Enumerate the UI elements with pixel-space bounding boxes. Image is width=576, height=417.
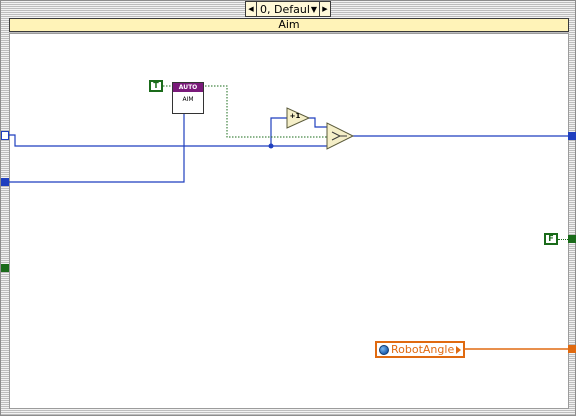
wire-junction	[268, 143, 274, 149]
true-constant[interactable]: T	[149, 80, 163, 92]
right-tunnel-boolean[interactable]	[568, 235, 576, 243]
global-output-arrow-icon	[456, 345, 461, 354]
left-tunnel-boolean[interactable]	[1, 264, 9, 272]
false-constant[interactable]: F	[544, 233, 558, 245]
left-tunnel-numeric-2[interactable]	[1, 178, 9, 186]
subvi-banner: AUTO	[173, 83, 203, 92]
aim-subvi[interactable]: AUTO AIM	[172, 82, 204, 114]
robotangle-global-variable[interactable]: RobotAngle	[375, 341, 465, 358]
boolean-wire-false	[558, 239, 568, 240]
numeric-wire-to-subvi	[9, 114, 185, 183]
wire-layer	[5, 85, 569, 350]
global-variable-label: RobotAngle	[391, 343, 455, 356]
numeric-wire-to-increment	[270, 117, 287, 146]
case-structure-frame: ◀ 0, Default ▼ ▶ Aim +1 T F AUTO AIM Rob…	[0, 0, 576, 416]
increment-label: +1	[289, 112, 301, 120]
right-tunnel-global[interactable]	[568, 345, 576, 353]
globe-icon	[379, 344, 389, 355]
select-node[interactable]	[326, 122, 355, 150]
numeric-wire-from-increment	[307, 117, 327, 128]
subvi-label: AIM	[182, 96, 194, 103]
numeric-wire-in	[5, 134, 271, 147]
right-tunnel-numeric[interactable]	[568, 132, 576, 140]
left-tunnel-numeric-1[interactable]	[1, 131, 9, 140]
